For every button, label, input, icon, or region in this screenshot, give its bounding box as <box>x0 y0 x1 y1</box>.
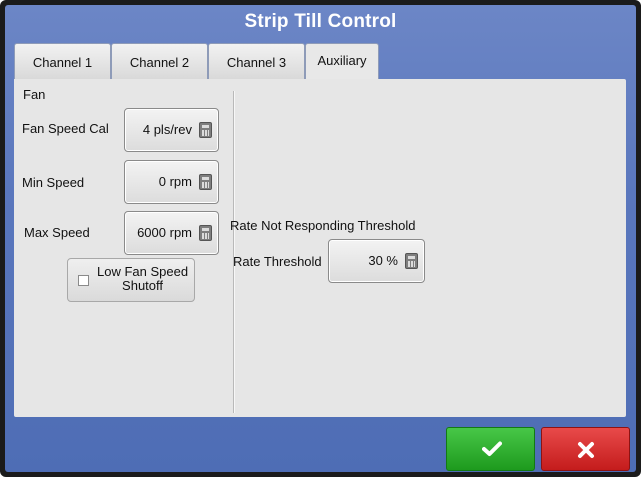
rate-section-label: Rate Not Responding Threshold <box>230 218 416 233</box>
cancel-button[interactable] <box>541 427 630 471</box>
fan-speed-cal-button[interactable]: 4 pls/rev <box>124 108 219 152</box>
min-speed-value: 0 rpm <box>158 174 192 189</box>
low-fan-speed-shutoff-label: Low Fan Speed Shutoff <box>97 265 188 293</box>
rate-threshold-value: 30 % <box>368 253 398 268</box>
rate-threshold-label: Rate Threshold <box>233 254 322 269</box>
calculator-icon <box>199 122 212 138</box>
min-speed-label: Min Speed <box>22 175 85 190</box>
tab-channel-1[interactable]: Channel 1 <box>14 43 111 79</box>
calculator-icon <box>199 225 212 241</box>
max-speed-value: 6000 rpm <box>137 225 192 240</box>
ok-button[interactable] <box>446 427 535 471</box>
window-title: Strip Till Control <box>244 11 397 32</box>
tab-channel-2[interactable]: Channel 2 <box>111 43 208 79</box>
x-icon <box>578 442 594 458</box>
calculator-icon <box>199 174 212 190</box>
rate-threshold-button[interactable]: 30 % <box>328 239 425 283</box>
strip-till-control-window: Strip Till Control Channel 1 Channel 2 C… <box>5 5 636 472</box>
max-speed-label: Max Speed <box>24 225 90 240</box>
column-divider <box>233 91 234 413</box>
fan-section-label: Fan <box>23 87 46 102</box>
fan-speed-cal-label: Fan Speed Cal <box>22 121 109 136</box>
tab-auxiliary[interactable]: Auxiliary <box>305 43 379 80</box>
calculator-icon <box>405 253 418 269</box>
checkbox-box <box>78 275 89 286</box>
fan-speed-cal-value: 4 pls/rev <box>142 122 192 137</box>
label-line-1: Low Fan Speed <box>97 264 189 279</box>
auxiliary-panel: Fan Fan Speed Cal 4 pls/rev Min Speed 0 … <box>14 79 626 417</box>
low-fan-speed-shutoff-checkbox[interactable]: Low Fan Speed Shutoff <box>67 258 195 302</box>
checkmark-icon <box>482 441 502 456</box>
tab-channel-3[interactable]: Channel 3 <box>208 43 305 79</box>
label-line-2: Shutoff <box>122 278 164 293</box>
max-speed-button[interactable]: 6000 rpm <box>124 211 219 255</box>
min-speed-button[interactable]: 0 rpm <box>124 160 219 204</box>
